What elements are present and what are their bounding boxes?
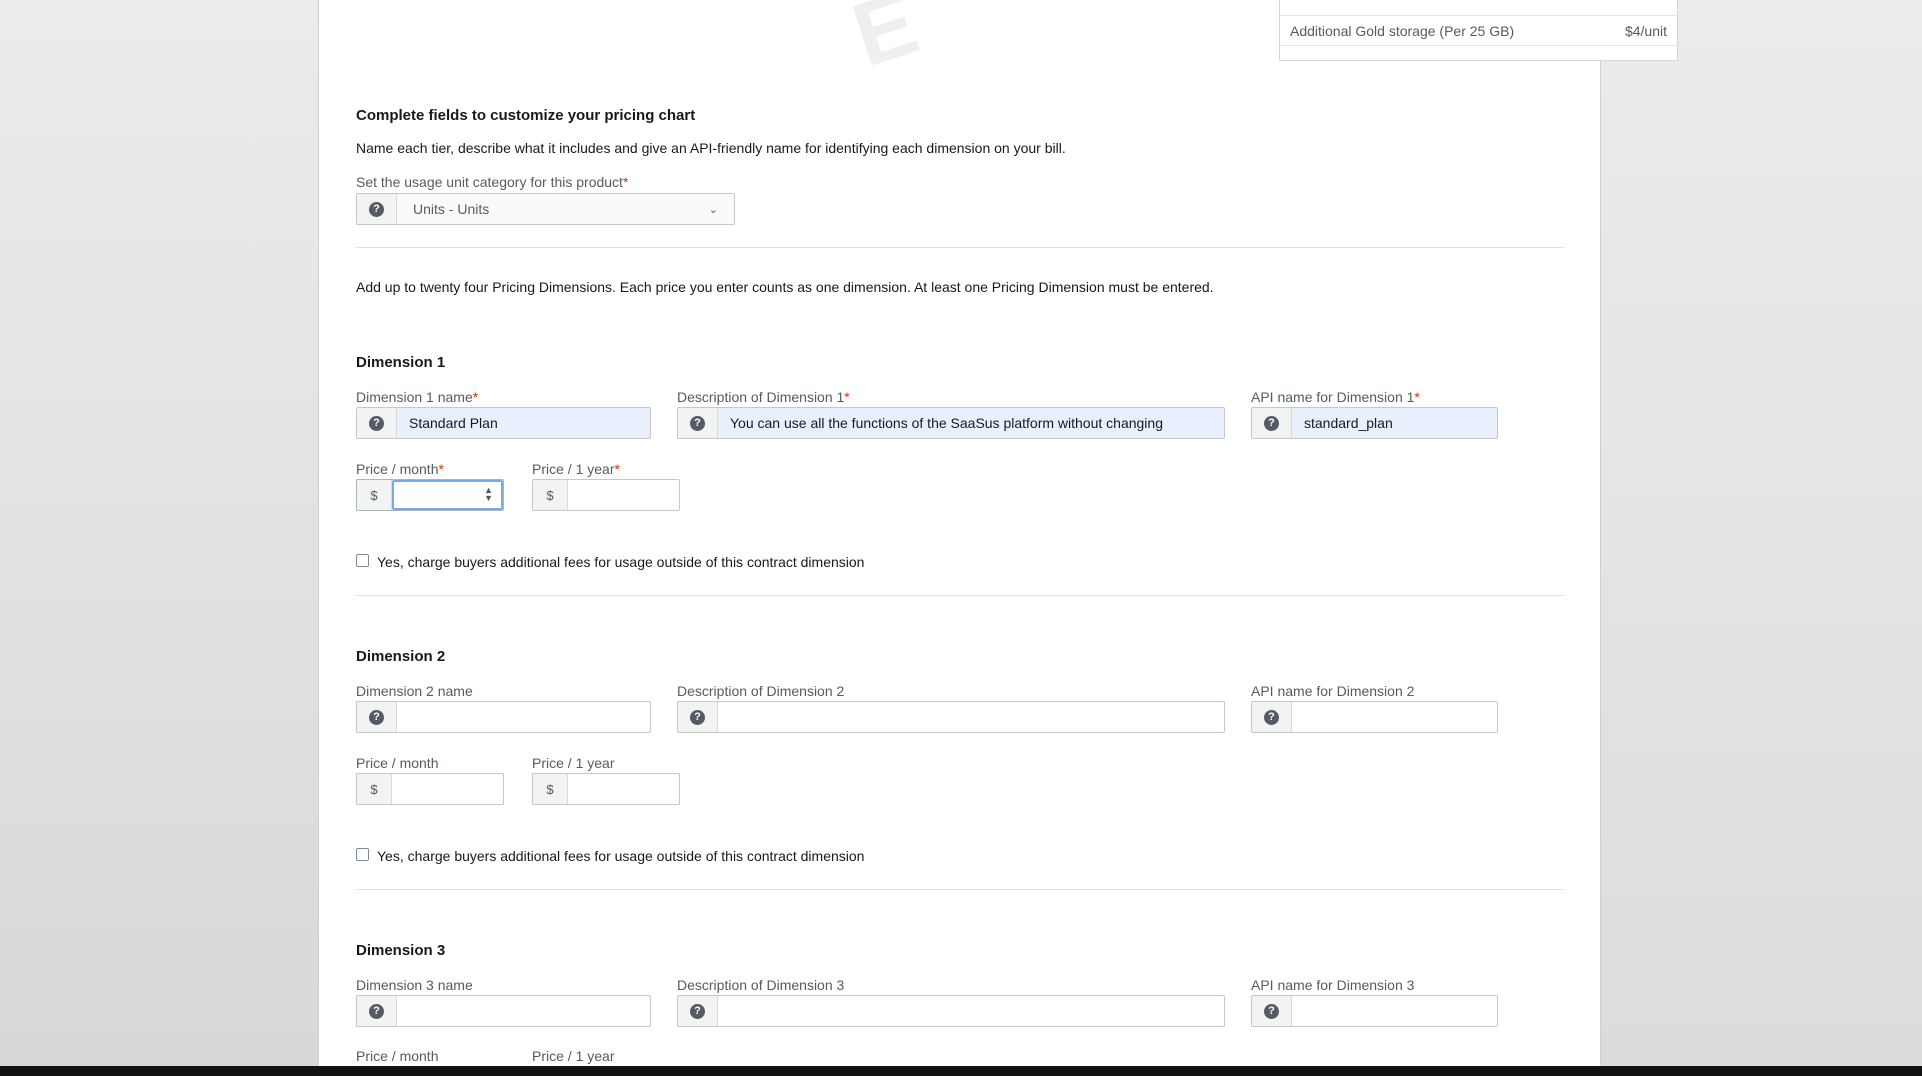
dimension-3-desc-field[interactable]: ? <box>677 995 1225 1027</box>
help-circle-icon[interactable]: ? <box>1264 415 1279 431</box>
dimension-2-title: Dimension 2 <box>356 648 446 665</box>
dimension-2-extra-fees-label[interactable]: Yes, charge buyers additional fees for u… <box>377 848 864 864</box>
dimension-3-year-label: Price / 1 year <box>532 1048 615 1064</box>
help-circle-icon[interactable]: ? <box>369 1003 384 1019</box>
dimension-2-month-field[interactable]: $ <box>356 773 504 805</box>
dollar-symbol: $ <box>546 781 554 797</box>
dimension-3-month-label: Price / month <box>356 1048 439 1064</box>
divider <box>356 247 1564 248</box>
help-circle-icon[interactable]: ? <box>369 201 384 217</box>
left-backdrop <box>0 0 318 1066</box>
dimension-3-api-label: API name for Dimension 3 <box>1251 977 1415 993</box>
dollar-symbol: $ <box>370 487 378 503</box>
dimension-3-api-input[interactable] <box>1292 996 1497 1026</box>
unit-category-label: Set the usage unit category for this pro… <box>356 174 629 190</box>
dollar-symbol: $ <box>546 487 554 503</box>
pricing-chart-preview: Additional Gold storage (Per 25 GB) $4/u… <box>1279 0 1678 61</box>
dimension-2-api-field[interactable]: ? <box>1251 701 1498 733</box>
dimension-1-name-label: Dimension 1 name* <box>356 389 479 405</box>
dimension-1-name-field[interactable]: ? Standard Plan <box>356 407 651 439</box>
help-circle-icon[interactable]: ? <box>369 415 384 431</box>
watermark: E <box>841 0 930 87</box>
dimension-2-month-label: Price / month <box>356 755 439 771</box>
dimension-1-extra-fees-checkbox[interactable] <box>356 554 369 567</box>
customize-description: Name each tier, describe what it include… <box>356 140 1066 156</box>
bottom-bar <box>0 1066 1922 1076</box>
help-circle-icon[interactable]: ? <box>690 709 705 725</box>
dimension-1-name-input[interactable]: Standard Plan <box>397 408 650 438</box>
customize-heading: Complete fields to customize your pricin… <box>356 107 696 124</box>
dimensions-intro: Add up to twenty four Pricing Dimensions… <box>356 279 1214 295</box>
dimension-2-name-label: Dimension 2 name <box>356 683 473 699</box>
divider <box>356 889 1564 890</box>
unit-category-select[interactable]: ? Units - Units ⌄ <box>356 193 735 225</box>
chevron-down-icon: ⌄ <box>708 203 718 216</box>
dimension-1-title: Dimension 1 <box>356 354 446 371</box>
help-icon-box[interactable]: ? <box>357 194 397 224</box>
dimension-1-month-label: Price / month* <box>356 461 444 477</box>
dimension-1-api-input[interactable]: standard_plan <box>1292 408 1497 438</box>
dimension-1-year-label: Price / 1 year* <box>532 461 620 477</box>
unit-category-value: Units - Units <box>413 201 490 217</box>
dimension-3-api-field[interactable]: ? <box>1251 995 1498 1027</box>
dimension-3-desc-label: Description of Dimension 3 <box>677 977 845 993</box>
dimension-1-api-label: API name for Dimension 1* <box>1251 389 1420 405</box>
dimension-2-name-field[interactable]: ? <box>356 701 651 733</box>
dimension-1-desc-field[interactable]: ? You can use all the functions of the S… <box>677 407 1225 439</box>
pricing-row: Additional Gold storage (Per 25 GB) $4/u… <box>1280 16 1677 46</box>
help-circle-icon[interactable]: ? <box>690 415 705 431</box>
divider <box>356 595 1564 596</box>
dimension-3-title: Dimension 3 <box>356 942 446 959</box>
dimension-1-month-field[interactable]: $ ▲ ▼ <box>356 479 504 511</box>
pricing-row-partial <box>1280 0 1677 16</box>
help-circle-icon[interactable]: ? <box>1264 709 1279 725</box>
right-backdrop <box>1601 0 1922 1066</box>
dimension-2-desc-input[interactable] <box>718 702 1224 732</box>
dimension-2-year-field[interactable]: $ <box>532 773 680 805</box>
dimension-3-desc-input[interactable] <box>718 996 1224 1026</box>
pricing-form-page: E Additional Gold storage (Per 25 GB) $4… <box>318 0 1678 1066</box>
dimension-2-desc-label: Description of Dimension 2 <box>677 683 845 699</box>
pricing-row-value: $4/unit <box>1624 22 1667 39</box>
dimension-2-year-label: Price / 1 year <box>532 755 615 771</box>
dimension-2-name-input[interactable] <box>397 702 650 732</box>
dimension-1-year-field[interactable]: $ <box>532 479 680 511</box>
help-circle-icon[interactable]: ? <box>1264 1003 1279 1019</box>
dimension-1-year-input[interactable] <box>568 480 679 510</box>
number-spinner-icon[interactable]: ▲ ▼ <box>484 486 493 503</box>
dimension-2-api-input[interactable] <box>1292 702 1497 732</box>
dimension-2-extra-fees-checkbox[interactable] <box>356 848 369 861</box>
dimension-1-api-field[interactable]: ? standard_plan <box>1251 407 1498 439</box>
pricing-row-label: Additional Gold storage (Per 25 GB) <box>1290 22 1515 39</box>
dollar-symbol: $ <box>370 781 378 797</box>
help-circle-icon[interactable]: ? <box>369 709 384 725</box>
dimension-3-name-label: Dimension 3 name <box>356 977 473 993</box>
help-circle-icon[interactable]: ? <box>690 1003 705 1019</box>
dimension-3-name-field[interactable]: ? <box>356 995 651 1027</box>
dimension-2-month-input[interactable] <box>392 774 503 804</box>
dimension-2-year-input[interactable] <box>568 774 679 804</box>
dimension-2-api-label: API name for Dimension 2 <box>1251 683 1415 699</box>
dimension-3-name-input[interactable] <box>397 996 650 1026</box>
dimension-1-desc-label: Description of Dimension 1* <box>677 389 850 405</box>
dimension-1-extra-fees-label[interactable]: Yes, charge buyers additional fees for u… <box>377 554 864 570</box>
dimension-1-desc-input[interactable]: You can use all the functions of the Saa… <box>718 408 1224 438</box>
dimension-2-desc-field[interactable]: ? <box>677 701 1225 733</box>
